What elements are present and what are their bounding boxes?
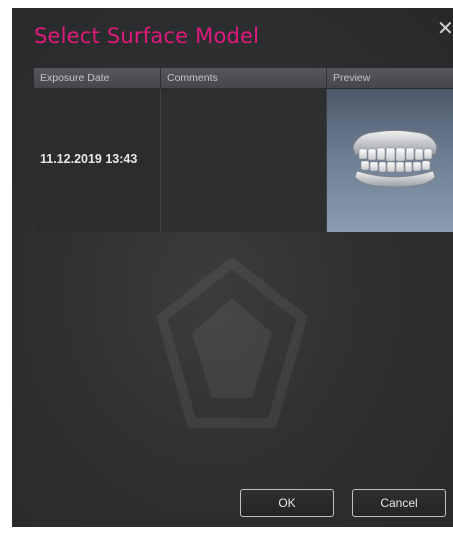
exposure-date-cell[interactable]: 11.12.2019 13:43 <box>34 89 161 232</box>
ok-button[interactable]: OK <box>240 489 334 517</box>
cancel-button[interactable]: Cancel <box>352 489 446 517</box>
preview-cell[interactable] <box>327 89 453 232</box>
exposure-date-value: 11.12.2019 13:43 <box>40 152 138 166</box>
column-header-comments[interactable]: Comments <box>161 68 327 88</box>
column-header-preview[interactable]: Preview <box>327 68 453 88</box>
select-surface-model-dialog: Select Surface Model ✕ Exposure Date Com… <box>12 8 453 527</box>
watermark-logo-icon <box>156 258 308 428</box>
table-header: Exposure Date Comments Preview <box>34 68 453 89</box>
column-header-exposure-date[interactable]: Exposure Date <box>34 68 161 88</box>
comments-cell[interactable] <box>161 89 327 232</box>
dental-model-thumbnail <box>352 130 438 188</box>
dialog-title: Select Surface Model <box>34 24 260 48</box>
close-icon[interactable]: ✕ <box>437 18 453 38</box>
surface-model-table: Exposure Date Comments Preview 11.12.201… <box>34 68 453 232</box>
table-row[interactable]: 11.12.2019 13:43 <box>34 89 453 232</box>
